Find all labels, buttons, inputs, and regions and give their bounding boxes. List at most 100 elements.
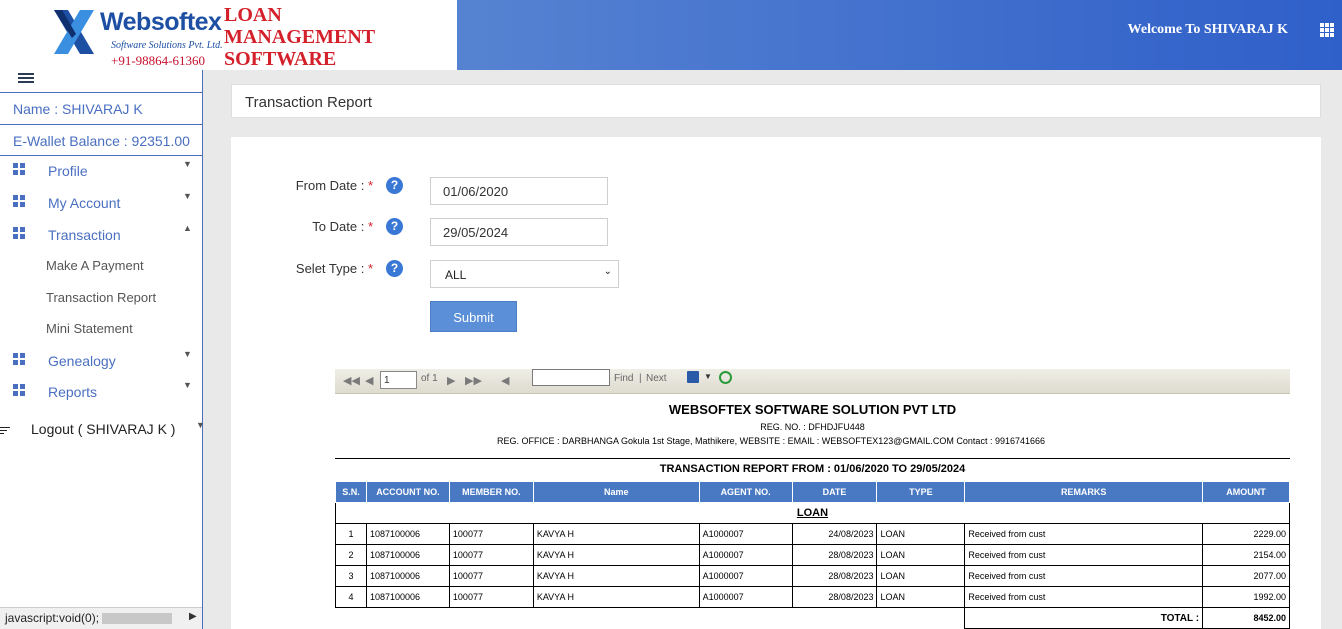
horizontal-scrollbar[interactable] — [102, 613, 172, 624]
grid-icon — [13, 163, 25, 175]
help-icon[interactable]: ? — [386, 177, 403, 194]
column-header: DATE — [791, 481, 878, 503]
logo-name: Websoftex — [100, 8, 222, 36]
sidebar-item-transaction[interactable]: Transaction ▲ — [0, 221, 202, 251]
page-number-input[interactable]: 1 — [380, 371, 417, 389]
next-page-icon[interactable]: ▶ — [447, 374, 455, 387]
sidebar-item-label: Profile — [48, 163, 88, 179]
report-reg-no: REG. NO. : DFHDJFU448 — [760, 422, 865, 432]
sidebar-item-profile[interactable]: Profile ▼ — [0, 157, 202, 187]
submit-button[interactable]: Submit — [430, 301, 517, 332]
column-header: S.N. — [335, 481, 367, 503]
page-of-label: of 1 — [421, 373, 438, 384]
table-row: 1 1087100006 100077 KAVYA H A1000007 24/… — [335, 523, 1290, 545]
status-text: javascript:void(0); — [5, 611, 100, 625]
table-row: 4 1087100006 100077 KAVYA H A1000007 28/… — [335, 586, 1290, 608]
logo-phone: +91-98864-61360 — [111, 53, 205, 68]
back-icon[interactable]: ◀ — [501, 374, 509, 387]
grid-icon — [13, 384, 25, 396]
sidebar-item-label: Reports — [48, 384, 98, 400]
report-title: TRANSACTION REPORT FROM : 01/06/2020 TO … — [659, 463, 966, 475]
table-header-row: S.N. ACCOUNT NO. MEMBER NO. Name AGENT N… — [335, 481, 1290, 503]
app-title-line-3: SOFTWARE — [224, 48, 337, 70]
total-amount: 8452.00 — [1202, 607, 1290, 629]
total-label: TOTAL : — [964, 607, 1204, 629]
grid-apps-icon[interactable] — [1320, 23, 1334, 37]
column-header: AGENT NO. — [698, 481, 793, 503]
browser-status-bar: javascript:void(0); ▶ — [0, 607, 202, 629]
export-save-icon[interactable] — [687, 371, 699, 383]
grid-icon — [13, 353, 25, 365]
chevron-down-icon: ▼ — [196, 420, 205, 430]
sidebar-item-label: Transaction — [48, 227, 121, 243]
websoftex-logo-icon — [54, 10, 94, 54]
chevron-down-icon: ▼ — [183, 349, 192, 359]
grid-icon — [13, 195, 25, 207]
refresh-icon[interactable] — [719, 371, 732, 384]
type-select-value: ALL — [445, 268, 467, 282]
user-name: Name : SHIVARAJ K — [0, 92, 202, 124]
sidebar-subitem-mini-statement[interactable]: Mini Statement — [46, 321, 133, 336]
group-label: LOAN — [335, 502, 1290, 524]
sidebar-subitem-make-payment[interactable]: Make A Payment — [46, 258, 144, 273]
logout-button[interactable]: Logout ( SHIVARAJ K ) ▼ — [0, 420, 205, 444]
sidebar-item-genealogy[interactable]: Genealogy ▼ — [0, 347, 202, 377]
previous-page-icon[interactable]: ◀ — [365, 374, 373, 387]
report-company-name: WEBSOFTEX SOFTWARE SOLUTION PVT LTD — [668, 402, 957, 417]
report-office-info: REG. OFFICE : DARBHANGA Gokula 1st Stage… — [497, 436, 1045, 446]
sidebar: Name : SHIVARAJ K E-Wallet Balance : 923… — [0, 70, 205, 629]
from-date-field[interactable]: 01/06/2020 — [430, 177, 608, 205]
first-page-icon[interactable]: ◀◀ — [343, 374, 360, 387]
to-date-field[interactable]: 29/05/2024 — [430, 218, 608, 246]
next-link[interactable]: Next — [646, 373, 667, 384]
wallet-balance: E-Wallet Balance : 92351.00 — [0, 124, 202, 156]
find-input[interactable] — [532, 369, 610, 386]
help-icon[interactable]: ? — [386, 260, 403, 277]
from-date-label: From Date : * — [295, 178, 373, 193]
export-dropdown-icon[interactable]: ▼ — [704, 372, 712, 381]
scroll-right-arrow-icon[interactable]: ▶ — [189, 611, 197, 622]
app-title: LOAN MANAGEMENT SOFTWARE — [224, 4, 375, 70]
column-header: REMARKS — [964, 481, 1204, 503]
page-title: Transaction Report — [245, 94, 373, 111]
logo-subtitle: Software Solutions Pvt. Ltd. — [111, 40, 223, 51]
report-divider — [335, 458, 1290, 459]
group-row: LOAN — [335, 502, 1290, 524]
toolbar-separator: | — [639, 373, 642, 384]
menu-lines-icon — [0, 427, 10, 435]
column-header: TYPE — [876, 481, 966, 503]
report-viewer-toolbar: ◀◀ ◀ 1 of 1 ▶ ▶▶ ◀ Find | Next ▼ — [335, 369, 1290, 394]
sidebar-item-label: Genealogy — [48, 353, 116, 369]
to-date-label: To Date : * — [312, 219, 373, 234]
page-title-card: Transaction Report — [231, 84, 1321, 118]
type-select[interactable]: ALL ⌄ — [430, 260, 619, 288]
chevron-down-icon: ▼ — [183, 380, 192, 390]
chevron-down-icon: ▼ — [183, 159, 192, 169]
find-link[interactable]: Find — [614, 373, 633, 384]
last-page-icon[interactable]: ▶▶ — [465, 374, 482, 387]
help-icon[interactable]: ? — [386, 218, 403, 235]
transaction-table: S.N. ACCOUNT NO. MEMBER NO. Name AGENT N… — [335, 481, 1290, 629]
select-type-label: Selet Type : * — [295, 261, 373, 276]
hamburger-menu-icon[interactable] — [18, 73, 34, 83]
table-row: 2 1087100006 100077 KAVYA H A1000007 28/… — [335, 544, 1290, 566]
sidebar-item-reports[interactable]: Reports ▼ — [0, 378, 202, 408]
column-header: AMOUNT — [1202, 481, 1290, 503]
column-header: Name — [532, 481, 700, 503]
app-title-line-2: MANAGEMENT — [224, 26, 376, 48]
logo-area: Websoftex Software Solutions Pvt. Ltd. +… — [0, 0, 457, 70]
sidebar-item-label: My Account — [48, 195, 121, 211]
grid-icon — [13, 227, 25, 239]
welcome-text: Welcome To SHIVARAJ K — [1127, 22, 1288, 37]
column-header: ACCOUNT NO. — [365, 481, 450, 503]
logout-label: Logout ( SHIVARAJ K ) — [31, 421, 176, 437]
total-row: TOTAL : 8452.00 — [336, 607, 1290, 629]
table-row: 3 1087100006 100077 KAVYA H A1000007 28/… — [335, 565, 1290, 587]
sidebar-divider — [0, 155, 202, 156]
sidebar-item-my-account[interactable]: My Account ▼ — [0, 189, 202, 219]
top-header: Websoftex Software Solutions Pvt. Ltd. +… — [0, 0, 1342, 70]
chevron-down-icon: ⌄ — [603, 266, 612, 277]
column-header: MEMBER NO. — [448, 481, 534, 503]
app-title-line-1: LOAN — [224, 4, 282, 26]
sidebar-subitem-transaction-report[interactable]: Transaction Report — [46, 290, 156, 305]
